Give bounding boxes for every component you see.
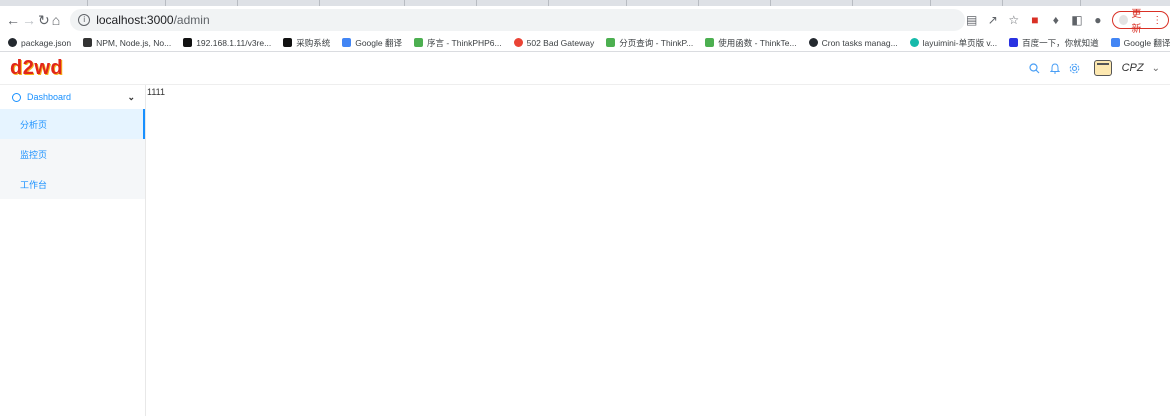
bookmark-label: 采购系统 [296,37,331,48]
bookmark-item[interactable]: Google 翻译 [1110,37,1170,49]
bookmark-item[interactable]: 502 Bad Gateway [513,37,595,48]
bookmark-item[interactable]: 分页查询 - ThinkP... [606,37,693,49]
sidebar-item-analysis[interactable]: 分析页 [0,109,145,139]
bookmark-label: 使用函数 - ThinkTe... [718,37,797,48]
sidebar-item-label: 分析页 [20,119,48,130]
bookmark-label: 序言 - ThinkPHP6... [426,37,502,48]
avatar[interactable] [1093,60,1112,76]
share-icon[interactable]: ↗ [986,13,999,27]
bookmark-label: layuimini-单页版 v... [922,37,998,48]
back-arrow-icon[interactable]: ← [6,10,20,30]
thinkphp-icon [606,38,616,47]
github-icon [8,38,17,47]
bookmark-label: 192.168.1.11/v3re... [196,37,272,48]
github-icon [808,38,818,47]
bookmark-label: Google 翻译 [1123,37,1170,48]
browser-tab-strip[interactable] [0,0,1170,6]
sidebar-group-label: Dashboard [27,92,72,102]
baidu-icon [1009,38,1019,47]
address-bar[interactable]: i localhost:3000/admin [70,9,966,31]
puzzle-extensions-icon[interactable]: ♦ [1049,13,1062,27]
settings-gear-icon[interactable] [1068,61,1082,75]
content-text: 1111 [147,87,166,97]
sidebar-item-label: 监控页 [20,149,48,160]
info-icon[interactable]: i [78,14,91,26]
search-icon[interactable] [1028,61,1042,75]
app-logo[interactable]: d2wd [10,57,63,80]
side-panel-icon[interactable]: ◧ [1070,13,1083,27]
reload-icon[interactable]: ↻ [38,10,50,30]
app-header: d2wd CPZ ⌄ [0,52,1170,85]
bookmark-item[interactable]: 百度一下，你就知道 [1009,37,1099,49]
bookmark-label: 分页查询 - ThinkP... [619,37,694,48]
bookmark-item[interactable]: 采购系统 [283,37,330,49]
bookmark-item[interactable]: 使用函数 - ThinkTe... [705,37,797,49]
star-bookmark-icon[interactable]: ☆ [1007,13,1020,27]
chevron-down-icon: ⌄ [127,91,135,102]
sidebar-item-monitor[interactable]: 监控页 [0,139,145,169]
sidebar-item-workbench[interactable]: 工作台 [0,169,145,199]
update-label: 更新 [1131,9,1142,35]
bookmark-item[interactable]: NPM, Node.js, No... [83,38,171,48]
v-icon [183,38,193,47]
sidebar-item-label: 工作台 [20,179,48,190]
bookmark-label: package.json [21,37,72,48]
thinkphp-icon [705,38,715,47]
translate-page-icon[interactable]: ▤ [965,13,978,27]
v-icon [283,38,293,47]
sidebar: Dashboard ⌄ 分析页 监控页 工作台 [0,85,146,416]
home-icon[interactable]: ⌂ [52,10,60,30]
google-icon [513,38,523,47]
bookmark-item[interactable]: 序言 - ThinkPHP6... [413,37,502,49]
translate-icon [342,38,352,47]
bookmark-label: NPM, Node.js, No... [96,37,172,48]
bookmark-label: 百度一下，你就知道 [1022,37,1099,48]
bookmark-item[interactable]: package.json [8,38,71,48]
bookmark-label: Cron tasks manag... [821,37,898,48]
bookmarks-bar: package.json NPM, Node.js, No... 192.168.1… [0,34,1170,52]
main-content: 1111 [146,85,1170,416]
profile-icon[interactable]: ● [1091,13,1104,27]
bookmark-item[interactable]: layuimini-单页版 v... [909,37,998,49]
bell-icon[interactable] [1048,61,1062,75]
bookmark-label: Google 翻译 [355,37,402,48]
sidebar-submenu: 分析页 监控页 工作台 [0,109,145,199]
chevron-down-icon[interactable]: ⌄ [1152,63,1160,74]
bookmark-item[interactable]: Cron tasks manag... [808,37,898,48]
more-menu-icon: ⋮ [1152,14,1163,26]
sidebar-group-dashboard[interactable]: Dashboard ⌄ [0,85,145,109]
bookmark-item[interactable]: Google 翻译 [342,37,402,49]
npm-icon [83,38,93,47]
username[interactable]: CPZ [1122,62,1144,74]
browser-toolbar: ← → ↻ ⌂ i localhost:3000/admin ▤ ↗ ☆ ■ ♦… [0,6,1170,35]
extension-red-icon[interactable]: ■ [1028,13,1041,27]
translate-icon [1110,38,1120,47]
dashboard-icon [12,92,21,102]
bookmark-item[interactable]: 192.168.1.11/v3re... [183,38,271,48]
url-text: localhost:3000/admin [96,13,210,27]
thinkphp-icon [413,38,423,47]
forward-arrow-icon[interactable]: → [22,10,36,30]
profile-dot-icon [1119,15,1129,25]
update-button[interactable]: 更新 ⋮ [1112,9,1170,35]
layui-icon [909,38,919,47]
bookmark-label: 502 Bad Gateway [526,37,595,48]
